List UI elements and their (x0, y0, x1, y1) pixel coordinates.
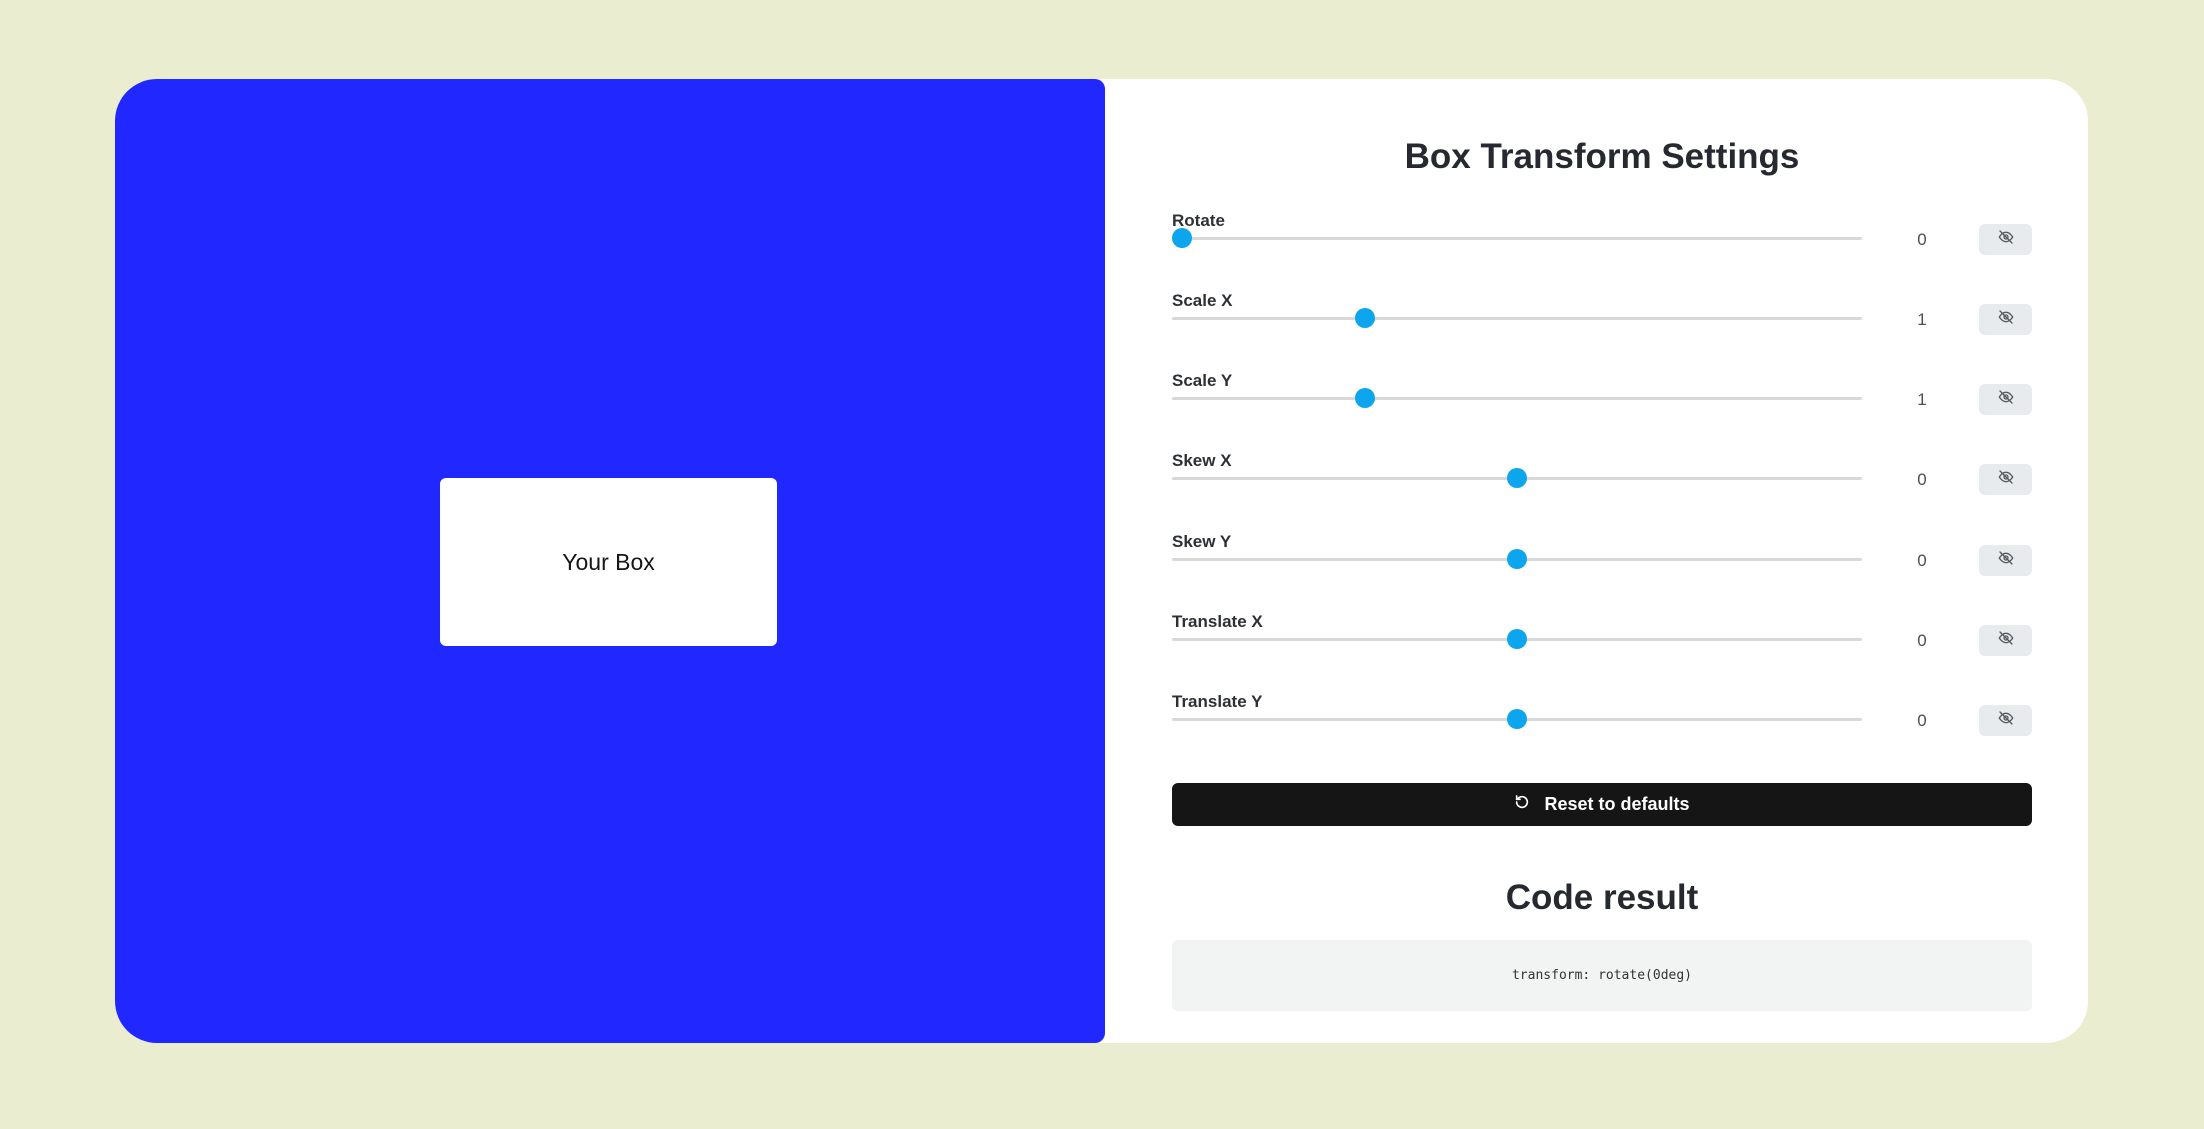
reset-label: Reset to defaults (1544, 794, 1690, 814)
skew-y-visibility-toggle[interactable] (1979, 545, 2032, 576)
skew-x-value: 0 (1917, 470, 1927, 489)
scale-x-visibility-toggle[interactable] (1979, 304, 2032, 335)
preview-area: Your Box (115, 79, 1105, 1043)
eye-off-icon (1998, 229, 2014, 250)
code-output: transform: rotate(0deg) (1172, 940, 2032, 1011)
code-title: Code result (1505, 878, 1699, 917)
scale-y-label: Scale Y (1172, 371, 1233, 390)
transform-card: Your Box Box Transform Settings Rotate 0… (115, 79, 2088, 1043)
scale-y-control: Scale Y 1 (1172, 371, 2032, 441)
scale-y-value: 1 (1917, 390, 1927, 409)
rotate-slider-thumb[interactable] (1172, 228, 1193, 248)
skew-y-label: Skew Y (1172, 532, 1232, 551)
eye-off-icon (1998, 550, 2014, 571)
scale-x-slider-track[interactable] (1172, 317, 1862, 320)
scale-x-value: 1 (1917, 310, 1927, 329)
translate-x-visibility-toggle[interactable] (1979, 625, 2032, 656)
scale-x-control: Scale X 1 (1172, 291, 2032, 361)
scale-x-slider-thumb[interactable] (1355, 308, 1376, 328)
translate-y-label: Translate Y (1172, 692, 1263, 711)
skew-y-slider-thumb[interactable] (1507, 549, 1527, 569)
rotate-slider-track[interactable] (1172, 237, 1862, 240)
translate-y-slider-thumb[interactable] (1507, 709, 1527, 729)
scale-x-label: Scale X (1172, 291, 1233, 310)
translate-x-slider-thumb[interactable] (1507, 629, 1527, 649)
eye-off-icon (1998, 469, 2014, 490)
rotate-control: Rotate 0 (1172, 211, 2032, 281)
skew-x-visibility-toggle[interactable] (1979, 464, 2032, 495)
translate-y-control: Translate Y 0 (1172, 692, 2032, 762)
scale-y-slider-thumb[interactable] (1355, 388, 1376, 408)
skew-x-control: Skew X 0 (1172, 451, 2032, 521)
transform-box: Your Box (440, 478, 777, 646)
translate-x-value: 0 (1917, 631, 1927, 650)
skew-x-label: Skew X (1172, 451, 1232, 470)
eye-off-icon (1998, 389, 2014, 410)
settings-title: Box Transform Settings (1404, 137, 1800, 176)
rotate-visibility-toggle[interactable] (1979, 224, 2032, 255)
eye-off-icon (1998, 309, 2014, 330)
skew-y-value: 0 (1917, 551, 1927, 570)
refresh-icon (1514, 794, 1544, 815)
scale-y-visibility-toggle[interactable] (1979, 384, 2032, 415)
settings-panel: Box Transform Settings Rotate 0 Scale X … (1172, 79, 2032, 1043)
skew-y-control: Skew Y 0 (1172, 532, 2032, 602)
translate-x-label: Translate X (1172, 612, 1263, 631)
translate-y-value: 0 (1917, 711, 1927, 730)
reset-button[interactable]: Reset to defaults (1172, 783, 2032, 826)
skew-x-slider-thumb[interactable] (1507, 468, 1527, 488)
eye-off-icon (1998, 630, 2014, 651)
translate-x-control: Translate X 0 (1172, 612, 2032, 682)
eye-off-icon (1998, 710, 2014, 731)
scale-y-slider-track[interactable] (1172, 397, 1862, 400)
rotate-value: 0 (1917, 230, 1927, 249)
translate-y-visibility-toggle[interactable] (1979, 705, 2032, 736)
